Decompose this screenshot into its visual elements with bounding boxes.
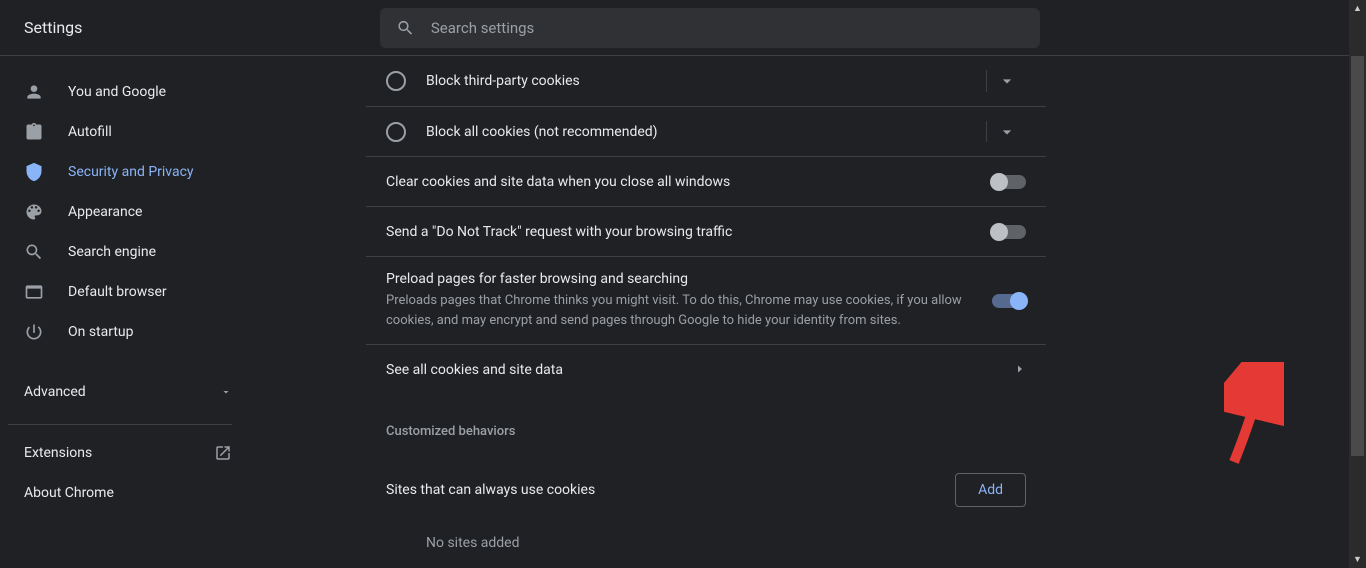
- chevron-right-icon: [1014, 360, 1026, 379]
- option-label: Clear cookies and site data when you clo…: [386, 174, 980, 190]
- palette-icon: [24, 202, 44, 222]
- sidebar-item-label: Search engine: [68, 244, 156, 260]
- sidebar-item-on-startup[interactable]: On startup: [0, 312, 256, 352]
- search-input[interactable]: [431, 19, 1024, 37]
- scrollbar[interactable]: ▲ ▼: [1349, 0, 1366, 568]
- power-icon: [24, 322, 44, 342]
- sidebar-item-label: Autofill: [68, 124, 112, 140]
- sidebar-item-default-browser[interactable]: Default browser: [0, 272, 256, 312]
- radio-icon[interactable]: [386, 122, 406, 142]
- radio-icon[interactable]: [386, 71, 406, 91]
- sidebar-item-appearance[interactable]: Appearance: [0, 192, 256, 232]
- scroll-down-icon[interactable]: ▼: [1349, 551, 1366, 568]
- page-title: Settings: [0, 18, 380, 37]
- option-label: Block third-party cookies: [426, 73, 974, 89]
- option-label: Block all cookies (not recommended): [426, 124, 974, 140]
- scrollbar-thumb[interactable]: [1351, 56, 1364, 456]
- expand-button[interactable]: [986, 70, 1026, 92]
- shield-icon: [24, 162, 44, 182]
- add-button[interactable]: Add: [955, 473, 1026, 507]
- option-preload-pages: Preload pages for faster browsing and se…: [366, 256, 1046, 344]
- option-do-not-track: Send a "Do Not Track" request with your …: [366, 206, 1046, 256]
- option-clear-cookies-on-close: Clear cookies and site data when you clo…: [366, 156, 1046, 206]
- option-label: Send a "Do Not Track" request with your …: [386, 224, 980, 240]
- sidebar-item-search-engine[interactable]: Search engine: [0, 232, 256, 272]
- chevron-down-icon: [220, 386, 232, 398]
- about-label: About Chrome: [24, 485, 114, 501]
- extensions-label: Extensions: [24, 445, 92, 461]
- option-description: Preloads pages that Chrome thinks you mi…: [386, 291, 980, 330]
- sidebar-item-label: Appearance: [68, 204, 142, 220]
- sidebar-advanced[interactable]: Advanced: [0, 372, 256, 412]
- sidebar-item-autofill[interactable]: Autofill: [0, 112, 256, 152]
- divider: [8, 424, 232, 425]
- main-content: Block third-party cookies Block all cook…: [256, 56, 1366, 568]
- annotation-arrow: [1224, 362, 1284, 472]
- sidebar-item-label: Security and Privacy: [68, 164, 194, 180]
- sidebar: You and Google Autofill Security and Pri…: [0, 56, 256, 568]
- open-external-icon: [214, 444, 232, 462]
- row-label: Sites that can always use cookies: [386, 482, 955, 498]
- advanced-label: Advanced: [24, 384, 86, 400]
- toggle-dnt[interactable]: [992, 225, 1026, 239]
- option-block-third-party[interactable]: Block third-party cookies: [366, 56, 1046, 106]
- sidebar-extensions[interactable]: Extensions: [0, 433, 256, 473]
- option-label: Preload pages for faster browsing and se…: [386, 271, 980, 287]
- sidebar-item-you-and-google[interactable]: You and Google: [0, 72, 256, 112]
- sidebar-item-label: Default browser: [68, 284, 167, 300]
- row-sites-always-cookies: Sites that can always use cookies Add: [366, 459, 1046, 521]
- no-sites-message: No sites added: [366, 521, 1046, 565]
- search-icon: [24, 242, 44, 262]
- search-container[interactable]: [380, 8, 1040, 48]
- sidebar-about-chrome[interactable]: About Chrome: [0, 473, 256, 513]
- toggle-preload[interactable]: [992, 294, 1026, 308]
- sidebar-item-security-privacy[interactable]: Security and Privacy: [0, 152, 256, 192]
- section-customized-behaviors: Customized behaviors: [366, 394, 1046, 459]
- browser-icon: [24, 282, 44, 302]
- sidebar-item-label: You and Google: [68, 84, 166, 100]
- option-label: See all cookies and site data: [386, 362, 1002, 378]
- clipboard-icon: [24, 122, 44, 142]
- expand-button[interactable]: [986, 121, 1026, 142]
- toggle-clear-cookies[interactable]: [992, 175, 1026, 189]
- search-icon: [396, 18, 415, 38]
- sidebar-item-label: On startup: [68, 324, 134, 340]
- option-see-all-cookies[interactable]: See all cookies and site data: [366, 344, 1046, 394]
- option-block-all-cookies[interactable]: Block all cookies (not recommended): [366, 106, 1046, 156]
- person-icon: [24, 82, 44, 102]
- scroll-up-icon[interactable]: ▲: [1349, 0, 1366, 17]
